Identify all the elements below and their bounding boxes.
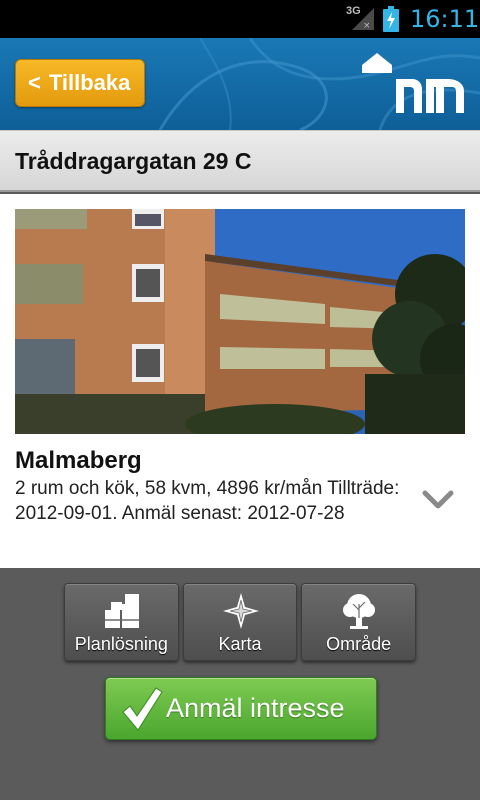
app-header: < Tillbaka xyxy=(0,38,480,130)
tree-icon xyxy=(343,594,376,629)
battery-charging-icon xyxy=(383,6,399,32)
building-photo xyxy=(15,209,465,434)
listing-description: 2 rum och kök, 58 kvm, 4896 kr/mån Tillt… xyxy=(15,478,400,524)
chevron-left-icon: < xyxy=(28,70,41,95)
area-button[interactable]: Område xyxy=(301,583,417,661)
page-title: Tråddragargatan 29 C xyxy=(15,148,252,174)
signal-icon: × xyxy=(352,8,374,30)
back-button-label: Tillbaka xyxy=(48,70,131,95)
register-interest-label: Anmäl intresse xyxy=(166,693,345,723)
title-bar: Tråddragargatan 29 C xyxy=(0,130,480,192)
floorplan-button[interactable]: Planlösning xyxy=(64,583,179,661)
map-button[interactable]: Karta xyxy=(182,583,298,661)
action-buttons: Planlösning Karta Område xyxy=(64,583,417,661)
area-label: Område xyxy=(326,634,392,654)
map-label: Karta xyxy=(218,634,262,654)
register-interest-button[interactable]: Anmäl intresse xyxy=(105,677,377,740)
m-house-logo xyxy=(362,53,464,113)
area-name: Malmaberg xyxy=(15,447,142,474)
back-button[interactable]: < Tillbaka xyxy=(15,59,145,107)
checkmark-icon xyxy=(122,687,163,731)
chevron-down-icon[interactable] xyxy=(422,490,454,510)
clock: 16:11 xyxy=(410,5,480,33)
floorplan-label: Planlösning xyxy=(74,634,168,654)
svg-text:×: × xyxy=(363,21,371,30)
listing-card: Malmaberg 2 rum och kök, 58 kvm, 4896 kr… xyxy=(0,194,480,568)
compass-icon xyxy=(222,593,259,629)
floorplan-icon xyxy=(105,594,139,628)
status-bar: 3G × 16:11 xyxy=(0,0,480,38)
